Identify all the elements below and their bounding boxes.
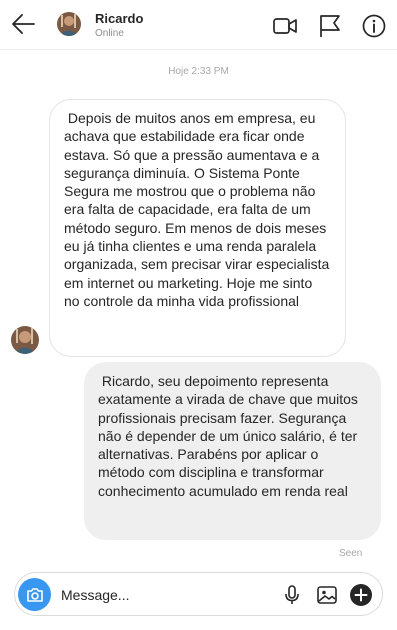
camera-icon <box>26 587 43 602</box>
sender-avatar[interactable] <box>11 326 39 354</box>
gallery-button[interactable] <box>315 583 339 607</box>
plus-circle-icon <box>350 584 372 606</box>
video-camera-icon <box>273 18 297 34</box>
contact-status: Online <box>95 28 124 39</box>
chat-header: Ricardo Online <box>0 0 397 50</box>
video-call-button[interactable] <box>272 13 298 39</box>
voice-message-button[interactable] <box>280 583 304 607</box>
message-input[interactable] <box>61 584 261 606</box>
message-composer <box>14 572 383 616</box>
contact-avatar[interactable] <box>57 12 81 36</box>
info-icon <box>362 14 386 38</box>
flag-icon <box>320 15 340 37</box>
camera-button[interactable] <box>18 578 51 611</box>
back-button[interactable] <box>10 10 38 38</box>
add-attachment-button[interactable] <box>349 583 373 607</box>
arrow-left-icon <box>12 14 35 34</box>
info-button[interactable] <box>361 13 387 39</box>
outgoing-message[interactable]: Ricardo, seu depoimento representa exata… <box>84 362 381 540</box>
microphone-icon <box>285 585 299 604</box>
image-icon <box>317 586 337 604</box>
incoming-message[interactable]: Depois de muitos anos em empresa, eu ach… <box>49 99 346 357</box>
seen-indicator: Seen <box>339 548 363 559</box>
conversation-timestamp: Hoje 2:33 PM <box>168 66 229 77</box>
contact-name[interactable]: Ricardo <box>95 11 143 26</box>
report-button[interactable] <box>317 13 343 39</box>
